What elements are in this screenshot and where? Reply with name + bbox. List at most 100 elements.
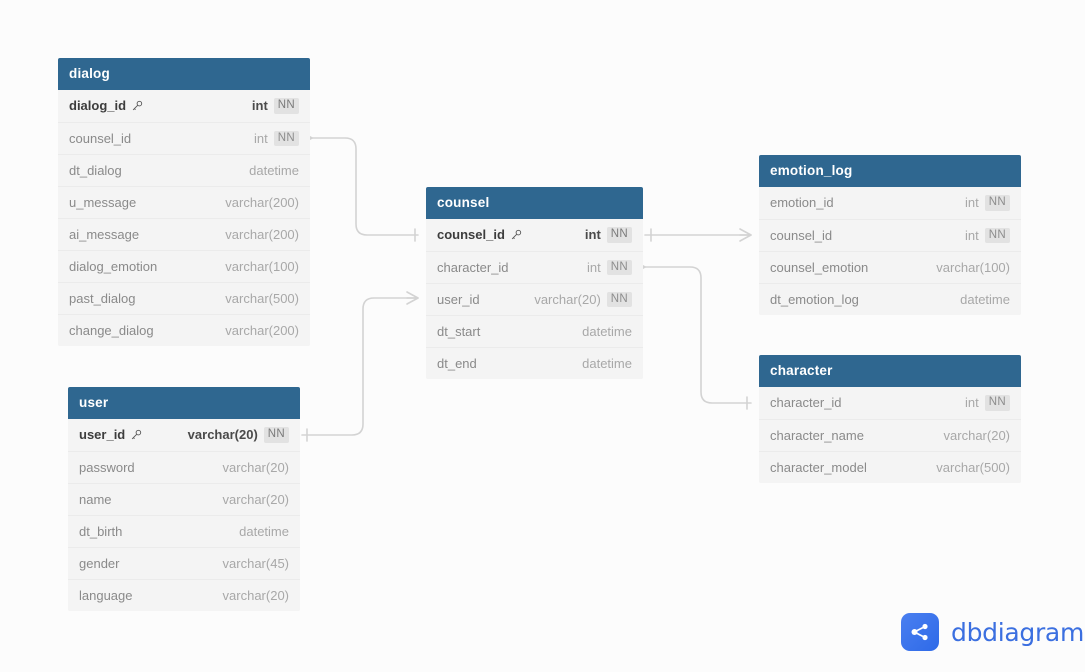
field-name: character_model: [770, 452, 867, 484]
field-type: varchar(20): [187, 427, 258, 442]
table-counsel-fields: counsel_id int NN character_id int NN us…: [426, 219, 643, 379]
table-counsel-title[interactable]: counsel: [426, 187, 643, 219]
field-label: u_message: [69, 194, 137, 210]
field-label: character_id: [770, 395, 842, 410]
relationship-user-counsel: [301, 291, 419, 442]
field-meta: datetime: [239, 516, 289, 548]
field-meta: int NN: [965, 220, 1010, 252]
field-row[interactable]: u_message varchar(200): [58, 186, 310, 218]
field-label: password: [79, 459, 135, 475]
table-emotion-log-fields: emotion_id int NN counsel_id int NN coun…: [759, 187, 1021, 315]
primary-key-icon: [131, 100, 143, 112]
field-row[interactable]: dt_start datetime: [426, 315, 643, 347]
field-meta: int NN: [254, 123, 299, 155]
field-row[interactable]: character_id int NN: [426, 251, 643, 283]
field-meta: varchar(500): [225, 283, 299, 315]
field-row[interactable]: counsel_id int NN: [426, 219, 643, 251]
field-meta: varchar(200): [225, 219, 299, 251]
field-label: dialog_emotion: [69, 258, 158, 274]
field-row[interactable]: ai_message varchar(200): [58, 218, 310, 250]
field-row[interactable]: change_dialog varchar(200): [58, 314, 310, 346]
field-row[interactable]: character_model varchar(500): [759, 451, 1021, 483]
field-name: dt_dialog: [69, 155, 122, 187]
field-name: user_id: [437, 284, 480, 316]
field-label: dt_emotion_log: [770, 291, 859, 307]
field-row[interactable]: user_id varchar(20) NN: [426, 283, 643, 315]
field-meta: datetime: [582, 348, 632, 380]
field-label: user_id: [437, 291, 480, 307]
field-type: varchar(100): [936, 259, 1010, 275]
table-character-title[interactable]: character: [759, 355, 1021, 387]
field-meta: varchar(20): [223, 452, 289, 484]
field-label: dt_start: [437, 323, 481, 339]
field-row[interactable]: counsel_id int NN: [759, 219, 1021, 251]
table-dialog-fields: dialog_id int NN counsel_id int NN dt_di…: [58, 90, 310, 346]
table-counsel[interactable]: counsel counsel_id int NN character_id i…: [426, 187, 643, 379]
dbdiagram-logo-text: dbdiagram.io: [951, 617, 1085, 647]
field-row[interactable]: dt_emotion_log datetime: [759, 283, 1021, 315]
field-row[interactable]: name varchar(20): [68, 483, 300, 515]
share-network-icon: [911, 623, 928, 641]
field-row[interactable]: user_id varchar(20) NN: [68, 419, 300, 451]
dbdiagram-logo[interactable]: dbdiagram.io: [901, 613, 1085, 651]
field-name: emotion_id: [770, 187, 834, 219]
table-user-fields: user_id varchar(20) NN password varchar(…: [68, 419, 300, 611]
field-meta: varchar(100): [936, 252, 1010, 284]
table-dialog-title[interactable]: dialog: [58, 58, 310, 90]
field-label: counsel_emotion: [770, 259, 869, 275]
field-name: counsel_id: [770, 220, 832, 252]
field-type: datetime: [582, 355, 632, 371]
field-label: dt_dialog: [69, 162, 122, 178]
not-null-badge: NN: [606, 291, 632, 308]
field-name: dt_start: [437, 316, 480, 348]
field-type: datetime: [249, 162, 299, 178]
field-meta: varchar(20) NN: [534, 284, 632, 316]
table-emotion-log-title[interactable]: emotion_log: [759, 155, 1021, 187]
table-user[interactable]: user user_id varchar(20) NN password var…: [68, 387, 300, 611]
field-row[interactable]: dialog_id int NN: [58, 90, 310, 122]
table-character[interactable]: character character_id int NN character_…: [759, 355, 1021, 483]
field-row[interactable]: counsel_emotion varchar(100): [759, 251, 1021, 283]
field-label: gender: [79, 555, 120, 571]
field-type: datetime: [239, 523, 289, 539]
field-meta: varchar(20): [944, 420, 1010, 452]
field-label: dt_end: [437, 355, 477, 371]
field-meta: int NN: [965, 387, 1010, 419]
field-meta: varchar(200): [225, 187, 299, 219]
field-name: dt_emotion_log: [770, 284, 859, 316]
field-label: name: [79, 491, 112, 507]
field-row[interactable]: character_id int NN: [759, 387, 1021, 419]
table-emotion-log[interactable]: emotion_log emotion_id int NN counsel_id…: [759, 155, 1021, 315]
field-row[interactable]: gender varchar(45): [68, 547, 300, 579]
field-row[interactable]: password varchar(20): [68, 451, 300, 483]
field-type: varchar(500): [936, 459, 1010, 475]
field-type: int: [587, 259, 601, 275]
field-row[interactable]: character_name varchar(20): [759, 419, 1021, 451]
field-row[interactable]: language varchar(20): [68, 579, 300, 611]
field-row[interactable]: counsel_id int NN: [58, 122, 310, 154]
field-name: gender: [79, 548, 119, 580]
not-null-badge: NN: [984, 227, 1010, 244]
field-meta: int NN: [587, 252, 632, 284]
field-type: varchar(200): [225, 226, 299, 242]
relationship-counsel-emotionlog: [644, 228, 752, 242]
field-type: varchar(20): [222, 587, 289, 603]
diagram-canvas[interactable]: dialog dialog_id int NN counsel_id int N…: [0, 0, 1085, 672]
field-row[interactable]: past_dialog varchar(500): [58, 282, 310, 314]
field-label: character_id: [437, 259, 509, 275]
field-row[interactable]: dialog_emotion varchar(100): [58, 250, 310, 282]
field-type: varchar(200): [225, 194, 299, 210]
field-row[interactable]: dt_birth datetime: [68, 515, 300, 547]
field-type: varchar(20): [943, 427, 1010, 443]
table-user-title[interactable]: user: [68, 387, 300, 419]
field-row[interactable]: emotion_id int NN: [759, 187, 1021, 219]
table-dialog[interactable]: dialog dialog_id int NN counsel_id int N…: [58, 58, 310, 346]
field-type: varchar(20): [222, 491, 289, 507]
field-label: character_model: [770, 459, 867, 475]
field-label: change_dialog: [69, 322, 154, 338]
field-row[interactable]: dt_end datetime: [426, 347, 643, 379]
field-row[interactable]: dt_dialog datetime: [58, 154, 310, 186]
relationship-dialog-counsel: [300, 131, 419, 242]
field-label: ai_message: [69, 226, 140, 242]
field-meta: varchar(500): [936, 452, 1010, 484]
